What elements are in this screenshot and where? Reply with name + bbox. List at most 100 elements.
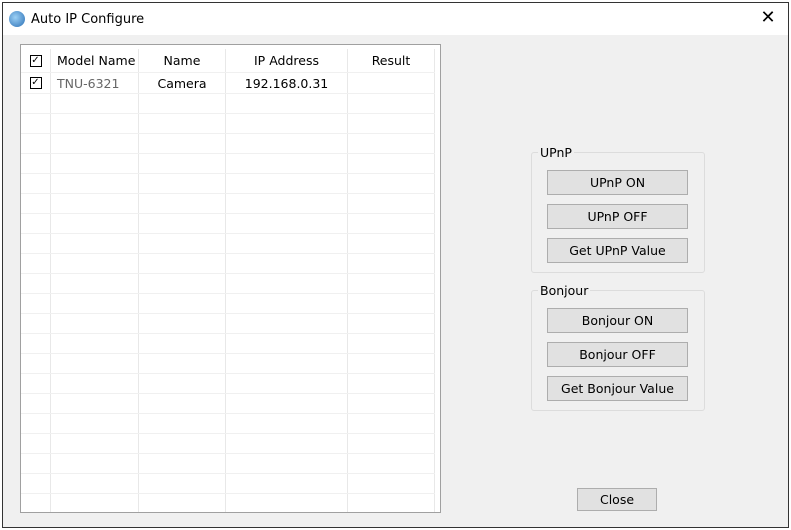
empty-cell	[348, 374, 435, 393]
empty-cell	[139, 154, 226, 173]
empty-cell	[226, 274, 348, 293]
empty-cell	[139, 434, 226, 453]
close-button[interactable]: Close	[577, 488, 657, 511]
empty-cell	[139, 234, 226, 253]
empty-row	[21, 294, 435, 314]
empty-cell	[226, 394, 348, 413]
empty-cell	[21, 114, 51, 133]
empty-cell	[21, 374, 51, 393]
header-name[interactable]: Name	[139, 49, 226, 72]
empty-cell	[139, 294, 226, 313]
empty-cell	[348, 314, 435, 333]
empty-cell	[348, 234, 435, 253]
get-upnp-value-button[interactable]: Get UPnP Value	[547, 238, 688, 263]
empty-cell	[21, 394, 51, 413]
header-model-name[interactable]: Model Name	[51, 49, 139, 72]
empty-cell	[348, 294, 435, 313]
empty-cell	[348, 354, 435, 373]
empty-cell	[51, 174, 139, 193]
title-bar: Auto IP Configure ✕	[3, 3, 788, 35]
empty-cell	[51, 114, 139, 133]
empty-cell	[348, 174, 435, 193]
empty-cell	[139, 454, 226, 473]
row-checkbox[interactable]: ✓	[29, 77, 42, 89]
close-icon[interactable]: ✕	[756, 7, 780, 28]
empty-cell	[51, 134, 139, 153]
empty-cell	[348, 214, 435, 233]
empty-cell	[226, 94, 348, 113]
empty-row	[21, 334, 435, 354]
empty-cell	[226, 174, 348, 193]
empty-row	[21, 114, 435, 134]
bonjour-group: Bonjour Bonjour ON Bonjour OFF Get Bonjo…	[531, 283, 705, 411]
empty-cell	[139, 254, 226, 273]
empty-cell	[51, 274, 139, 293]
empty-cell	[226, 194, 348, 213]
empty-cell	[139, 134, 226, 153]
empty-cell	[21, 434, 51, 453]
header-result[interactable]: Result	[348, 49, 435, 72]
cell-model: TNU-6321	[51, 73, 139, 93]
empty-row	[21, 274, 435, 294]
empty-cell	[348, 254, 435, 273]
empty-row	[21, 474, 435, 494]
empty-cell	[226, 314, 348, 333]
empty-cell	[21, 314, 51, 333]
empty-cell	[139, 114, 226, 133]
empty-cell	[226, 134, 348, 153]
empty-cell	[348, 334, 435, 353]
empty-cell	[348, 454, 435, 473]
header-ip-address[interactable]: IP Address	[226, 49, 348, 72]
empty-cell	[348, 394, 435, 413]
empty-cell	[21, 354, 51, 373]
empty-row	[21, 94, 435, 114]
empty-cell	[51, 414, 139, 433]
empty-row	[21, 354, 435, 374]
empty-cell	[21, 194, 51, 213]
empty-cell	[348, 274, 435, 293]
empty-cell	[139, 94, 226, 113]
empty-cell	[21, 234, 51, 253]
empty-cell	[21, 334, 51, 353]
empty-cell	[139, 354, 226, 373]
cell-result	[348, 73, 435, 93]
empty-cell	[51, 314, 139, 333]
empty-cell	[21, 454, 51, 473]
empty-cell	[226, 254, 348, 273]
auto-ip-configure-window: Auto IP Configure ✕ ✓ Model Name Name IP…	[2, 2, 789, 528]
table-row[interactable]: ✓ TNU-6321 Camera 192.168.0.31	[21, 73, 435, 94]
empty-cell	[348, 154, 435, 173]
empty-cell	[348, 474, 435, 493]
empty-row	[21, 154, 435, 174]
empty-cell	[51, 434, 139, 453]
empty-cell	[139, 374, 226, 393]
select-all-checkbox[interactable]: ✓	[29, 54, 42, 67]
empty-cell	[21, 154, 51, 173]
empty-row	[21, 414, 435, 434]
empty-cell	[348, 434, 435, 453]
empty-cell	[226, 374, 348, 393]
empty-cell	[348, 114, 435, 133]
upnp-off-button[interactable]: UPnP OFF	[547, 204, 688, 229]
empty-cell	[139, 314, 226, 333]
empty-cell	[226, 354, 348, 373]
empty-row	[21, 314, 435, 334]
empty-cell	[51, 234, 139, 253]
upnp-on-button[interactable]: UPnP ON	[547, 170, 688, 195]
empty-cell	[226, 454, 348, 473]
bonjour-off-button[interactable]: Bonjour OFF	[547, 342, 688, 367]
device-list[interactable]: ✓ Model Name Name IP Address Result ✓ TN…	[20, 44, 441, 513]
get-bonjour-value-button[interactable]: Get Bonjour Value	[547, 376, 688, 401]
empty-row	[21, 254, 435, 274]
empty-cell	[139, 394, 226, 413]
empty-cell	[51, 374, 139, 393]
empty-cell	[51, 294, 139, 313]
empty-cell	[226, 494, 348, 512]
upnp-group-label: UPnP	[538, 145, 574, 160]
bonjour-on-button[interactable]: Bonjour ON	[547, 308, 688, 333]
empty-cell	[21, 414, 51, 433]
empty-cell	[226, 414, 348, 433]
empty-cell	[21, 254, 51, 273]
empty-cell	[348, 134, 435, 153]
empty-cell	[51, 214, 139, 233]
